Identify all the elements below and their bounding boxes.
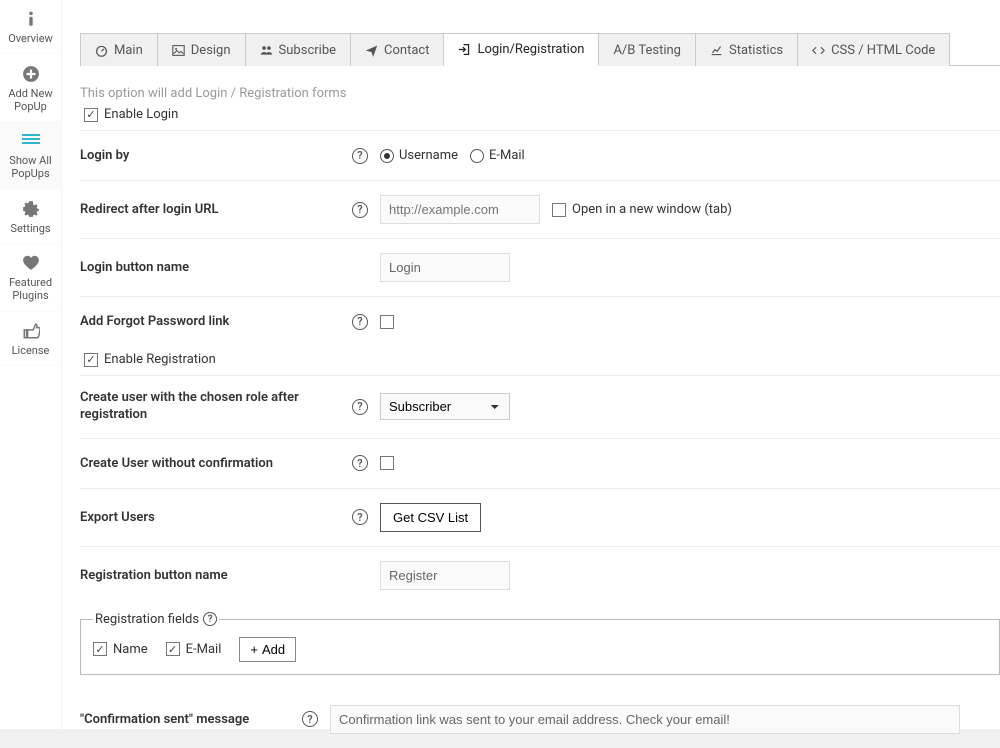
tab-css-html[interactable]: CSS / HTML Code: [798, 33, 950, 66]
create-no-confirm-label: Create User without confirmation: [80, 456, 340, 471]
plus-circle-icon: [2, 64, 59, 82]
list-icon: [2, 132, 59, 150]
sidebar-item-featured[interactable]: Featured Plugins: [0, 244, 61, 312]
regfield-name-checkbox[interactable]: Name: [93, 642, 148, 657]
login-button-name-input[interactable]: [380, 253, 510, 282]
radio-icon: [380, 149, 394, 163]
sidebar-item-add-new[interactable]: Add New PopUp: [0, 54, 61, 122]
help-icon[interactable]: ?: [352, 509, 368, 525]
help-icon[interactable]: ?: [352, 399, 368, 415]
checkbox-icon: [84, 108, 98, 122]
main-content: Main Design Subscribe Contact Login/Regi…: [62, 0, 1000, 729]
dashboard-icon: [95, 44, 108, 57]
regfield-add-button[interactable]: +Add: [239, 637, 296, 662]
tabs: Main Design Subscribe Contact Login/Regi…: [80, 20, 1000, 66]
help-icon[interactable]: ?: [203, 612, 217, 626]
enable-login-checkbox[interactable]: Enable Login: [84, 107, 1000, 122]
tab-contact[interactable]: Contact: [351, 33, 444, 66]
tab-statistics[interactable]: Statistics: [696, 33, 798, 66]
sidebar-item-overview[interactable]: Overview: [0, 0, 61, 54]
confirmation-message-label: "Confirmation sent" message: [80, 712, 290, 727]
chart-line-icon: [710, 44, 723, 57]
checkbox-icon: [166, 642, 180, 656]
register-button-name-input[interactable]: [380, 561, 510, 590]
form-intro: This option will add Login / Registratio…: [80, 86, 1000, 101]
registration-fields-legend: Registration fields ?: [93, 612, 219, 627]
login-button-name-label: Login button name: [80, 260, 340, 275]
help-icon[interactable]: ?: [352, 314, 368, 330]
export-users-button[interactable]: Get CSV List: [380, 503, 481, 532]
export-users-label: Export Users: [80, 510, 340, 525]
confirmation-message-input[interactable]: [330, 705, 960, 734]
open-new-window-checkbox[interactable]: Open in a new window (tab): [552, 202, 732, 217]
checkbox-icon: [93, 642, 107, 656]
redirect-url-label: Redirect after login URL: [80, 202, 340, 217]
tab-ab-testing[interactable]: A/B Testing: [599, 33, 696, 66]
tab-design[interactable]: Design: [158, 33, 246, 66]
sidebar-item-license[interactable]: License: [0, 312, 61, 366]
image-icon: [172, 44, 185, 57]
create-role-label: Create user with the chosen role after r…: [80, 390, 340, 424]
help-icon[interactable]: ?: [302, 711, 318, 727]
forgot-password-label: Add Forgot Password link: [80, 314, 340, 329]
sidebar-item-show-all[interactable]: Show All PopUps: [0, 122, 61, 189]
login-icon: [458, 43, 471, 56]
info-icon: [2, 10, 59, 28]
regfield-email-checkbox[interactable]: E-Mail: [166, 642, 222, 657]
forgot-password-checkbox[interactable]: [380, 315, 394, 329]
create-no-confirm-checkbox[interactable]: [380, 456, 394, 470]
gear-icon: [2, 199, 59, 217]
create-role-select[interactable]: Subscriber: [380, 393, 510, 420]
tab-subscribe[interactable]: Subscribe: [246, 33, 351, 66]
redirect-url-input[interactable]: [380, 195, 540, 224]
heart-icon: [2, 254, 59, 272]
login-by-email-radio[interactable]: E-Mail: [470, 148, 525, 163]
help-icon[interactable]: ?: [352, 202, 368, 218]
help-icon[interactable]: ?: [352, 455, 368, 471]
users-icon: [260, 44, 273, 57]
tab-main[interactable]: Main: [80, 33, 158, 66]
login-by-username-radio[interactable]: Username: [380, 148, 458, 163]
register-button-name-label: Registration button name: [80, 568, 340, 583]
login-by-label: Login by: [80, 148, 340, 163]
registration-fields-fieldset: Registration fields ? Name E-Mail +Add: [80, 612, 1000, 675]
enable-registration-checkbox[interactable]: Enable Registration: [84, 352, 1000, 367]
plus-icon: +: [250, 642, 258, 657]
login-registration-form: This option will add Login / Registratio…: [80, 66, 1000, 748]
help-icon[interactable]: ?: [352, 148, 368, 164]
checkbox-icon: [84, 353, 98, 367]
tab-login-registration[interactable]: Login/Registration: [444, 33, 599, 66]
admin-sidebar: Overview Add New PopUp Show All PopUps S…: [0, 0, 62, 729]
sidebar-item-settings[interactable]: Settings: [0, 189, 61, 243]
thumbs-up-icon: [2, 322, 59, 340]
checkbox-icon: [552, 203, 566, 217]
send-icon: [365, 44, 378, 57]
radio-icon: [470, 149, 484, 163]
code-icon: [812, 44, 825, 57]
